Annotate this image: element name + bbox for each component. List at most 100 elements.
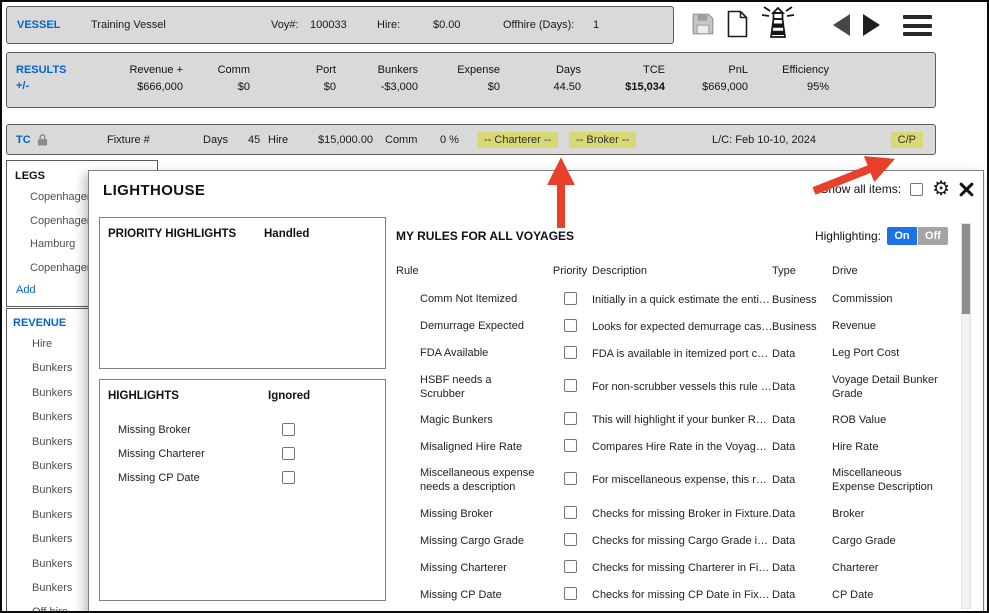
hire-value: $0.00 [433,19,461,31]
rule-row[interactable]: Misaligned Hire Rate Compares Hire Rate … [396,434,948,461]
rule-name: Missing CP Date [396,588,548,602]
rule-drive: Broker [832,507,948,521]
rule-description: Checks for missing Charterer in Fi… [592,562,772,574]
rule-drive: Leg Port Cost [832,346,948,360]
hamburger-menu-icon[interactable] [903,15,932,41]
fixture-number-label: Fixture # [107,134,150,146]
rule-description: Checks for missing Broker in Fixture. [592,508,772,520]
rule-name: Missing Charterer [396,561,548,575]
rule-description: Checks for missing CP Date in Fix… [592,589,772,601]
rule-row[interactable]: Comm Not Itemized Initially in a quick e… [396,286,948,313]
vessel-name: Training Vessel [91,19,166,31]
rule-type: Business [772,321,832,333]
gear-icon[interactable]: ⚙ [932,179,950,199]
rule-name: Magic Bunkers [396,413,548,427]
rule-type: Data [772,535,832,547]
scrollbar-thumb[interactable] [962,224,970,314]
priority-highlights-box: PRIORITY HIGHLIGHTS Handled [99,217,386,369]
cp-date-chip[interactable]: C/P [891,132,923,148]
broker-placeholder-chip[interactable]: -- Broker -- [569,132,636,148]
show-all-items-checkbox[interactable] [910,183,923,196]
priority-checkbox[interactable] [564,533,577,546]
priority-checkbox[interactable] [564,472,577,485]
rule-name: Missing Cargo Grade [396,534,548,548]
priority-checkbox[interactable] [564,506,577,519]
results-column-value: 44.50 [500,81,581,93]
rule-name: Miscellaneous expense needs a descriptio… [396,466,548,495]
rule-row[interactable]: Demurrage Expected Looks for expected de… [396,313,948,340]
priority-checkbox[interactable] [564,587,577,600]
rule-row[interactable]: FDA Available FDA is available in itemiz… [396,340,948,367]
rule-type: Business [772,294,832,306]
rule-row[interactable]: Missing Charterer Checks for missing Cha… [396,554,948,581]
ignored-checkbox[interactable] [282,423,295,436]
tc-section-link[interactable]: TC [16,134,31,146]
rule-row[interactable]: Missing Cargo Grade Checks for missing C… [396,527,948,554]
priority-checkbox[interactable] [564,412,577,425]
results-column: Revenue + $666,000 [102,64,183,93]
rule-type: Data [772,414,832,426]
priority-highlights-title: PRIORITY HIGHLIGHTS [108,228,236,240]
add-leg-link[interactable]: Add [16,284,36,296]
highlight-row: Missing Charterer [100,442,385,466]
priority-checkbox[interactable] [564,439,577,452]
rule-drive: Commission [832,292,948,306]
tc-comm-value: 0 % [440,134,459,146]
results-column-value: $669,000 [665,81,748,93]
rule-row[interactable]: Missing CP Quantity Checks for missing C… [396,608,948,611]
rule-row[interactable]: Missing CP Date Checks for missing CP Da… [396,581,948,608]
highlighting-on-button[interactable]: On [887,227,917,245]
laycan-value: L/C: Feb 10-10, 2024 [712,134,816,146]
results-section-link[interactable]: RESULTS [16,64,67,76]
rules-table-header: Rule Priority Description Type Drive [396,265,948,277]
rule-row[interactable]: Missing Broker Checks for missing Broker… [396,500,948,527]
priority-checkbox[interactable] [564,319,577,332]
results-plusminus-toggle[interactable]: +/- [16,80,29,92]
priority-checkbox[interactable] [564,292,577,305]
rules-header: MY RULES FOR ALL VOYAGES Highlighting: O… [396,227,948,245]
results-column-value: $0 [418,81,500,93]
dialog-title: LIGHTHOUSE [103,182,205,199]
rule-description: FDA is available in itemized port c… [592,348,772,360]
priority-checkbox[interactable] [564,346,577,359]
app-window: VESSEL Training Vessel Voy#: 100033 Hire… [0,0,989,613]
hire-label: Hire: [377,19,400,31]
highlighting-label: Highlighting: [815,229,881,243]
rule-row[interactable]: HSBF needs a Scrubber For non-scrubber v… [396,367,948,407]
handled-column-header: Handled [264,228,309,240]
rule-drive: CP Date [832,588,948,602]
ignored-checkbox[interactable] [282,447,295,460]
results-column: Comm $0 [183,64,250,93]
highlights-box: HIGHLIGHTS Ignored Missing Broker Missin… [99,379,386,601]
highlighting-toggle-group: Highlighting: On Off [815,227,948,245]
new-document-icon[interactable] [725,10,750,38]
charterer-placeholder-chip[interactable]: -- Charterer -- [477,132,558,148]
rule-type: Data [772,589,832,601]
rule-drive: Cargo Grade [832,534,948,548]
rule-row[interactable]: Miscellaneous expense needs a descriptio… [396,461,948,501]
rules-scrollbar[interactable] [961,223,971,609]
rule-row[interactable]: Magic Bunkers This will highlight if you… [396,407,948,434]
results-column-label: PnL [665,64,748,76]
rule-description: For miscellaneous expense, this r… [592,474,772,486]
lighthouse-icon[interactable] [758,4,798,44]
ignored-checkbox[interactable] [282,471,295,484]
rule-description: Looks for expected demurrage cas… [592,321,772,333]
rule-description: This will highlight if your bunker R… [592,414,772,426]
priority-checkbox[interactable] [564,379,577,392]
rule-description: Initially in a quick estimate the enti… [592,294,772,306]
vessel-section-link[interactable]: VESSEL [17,19,60,31]
results-column-label: Bunkers [336,64,418,76]
rule-type: Data [772,474,832,486]
next-arrow-button[interactable] [863,14,880,36]
rule-name: FDA Available [396,346,548,360]
previous-arrow-button[interactable] [833,14,850,36]
tc-hire-label: Hire [268,134,288,146]
highlighting-off-button[interactable]: Off [918,227,948,245]
rule-drive: Miscellaneous Expense Description [832,466,948,495]
save-icon[interactable] [690,11,716,37]
priority-checkbox[interactable] [564,560,577,573]
results-column-value: $0 [250,81,336,93]
close-icon[interactable] [959,182,974,197]
voyage-number-label: Voy#: [271,19,299,31]
